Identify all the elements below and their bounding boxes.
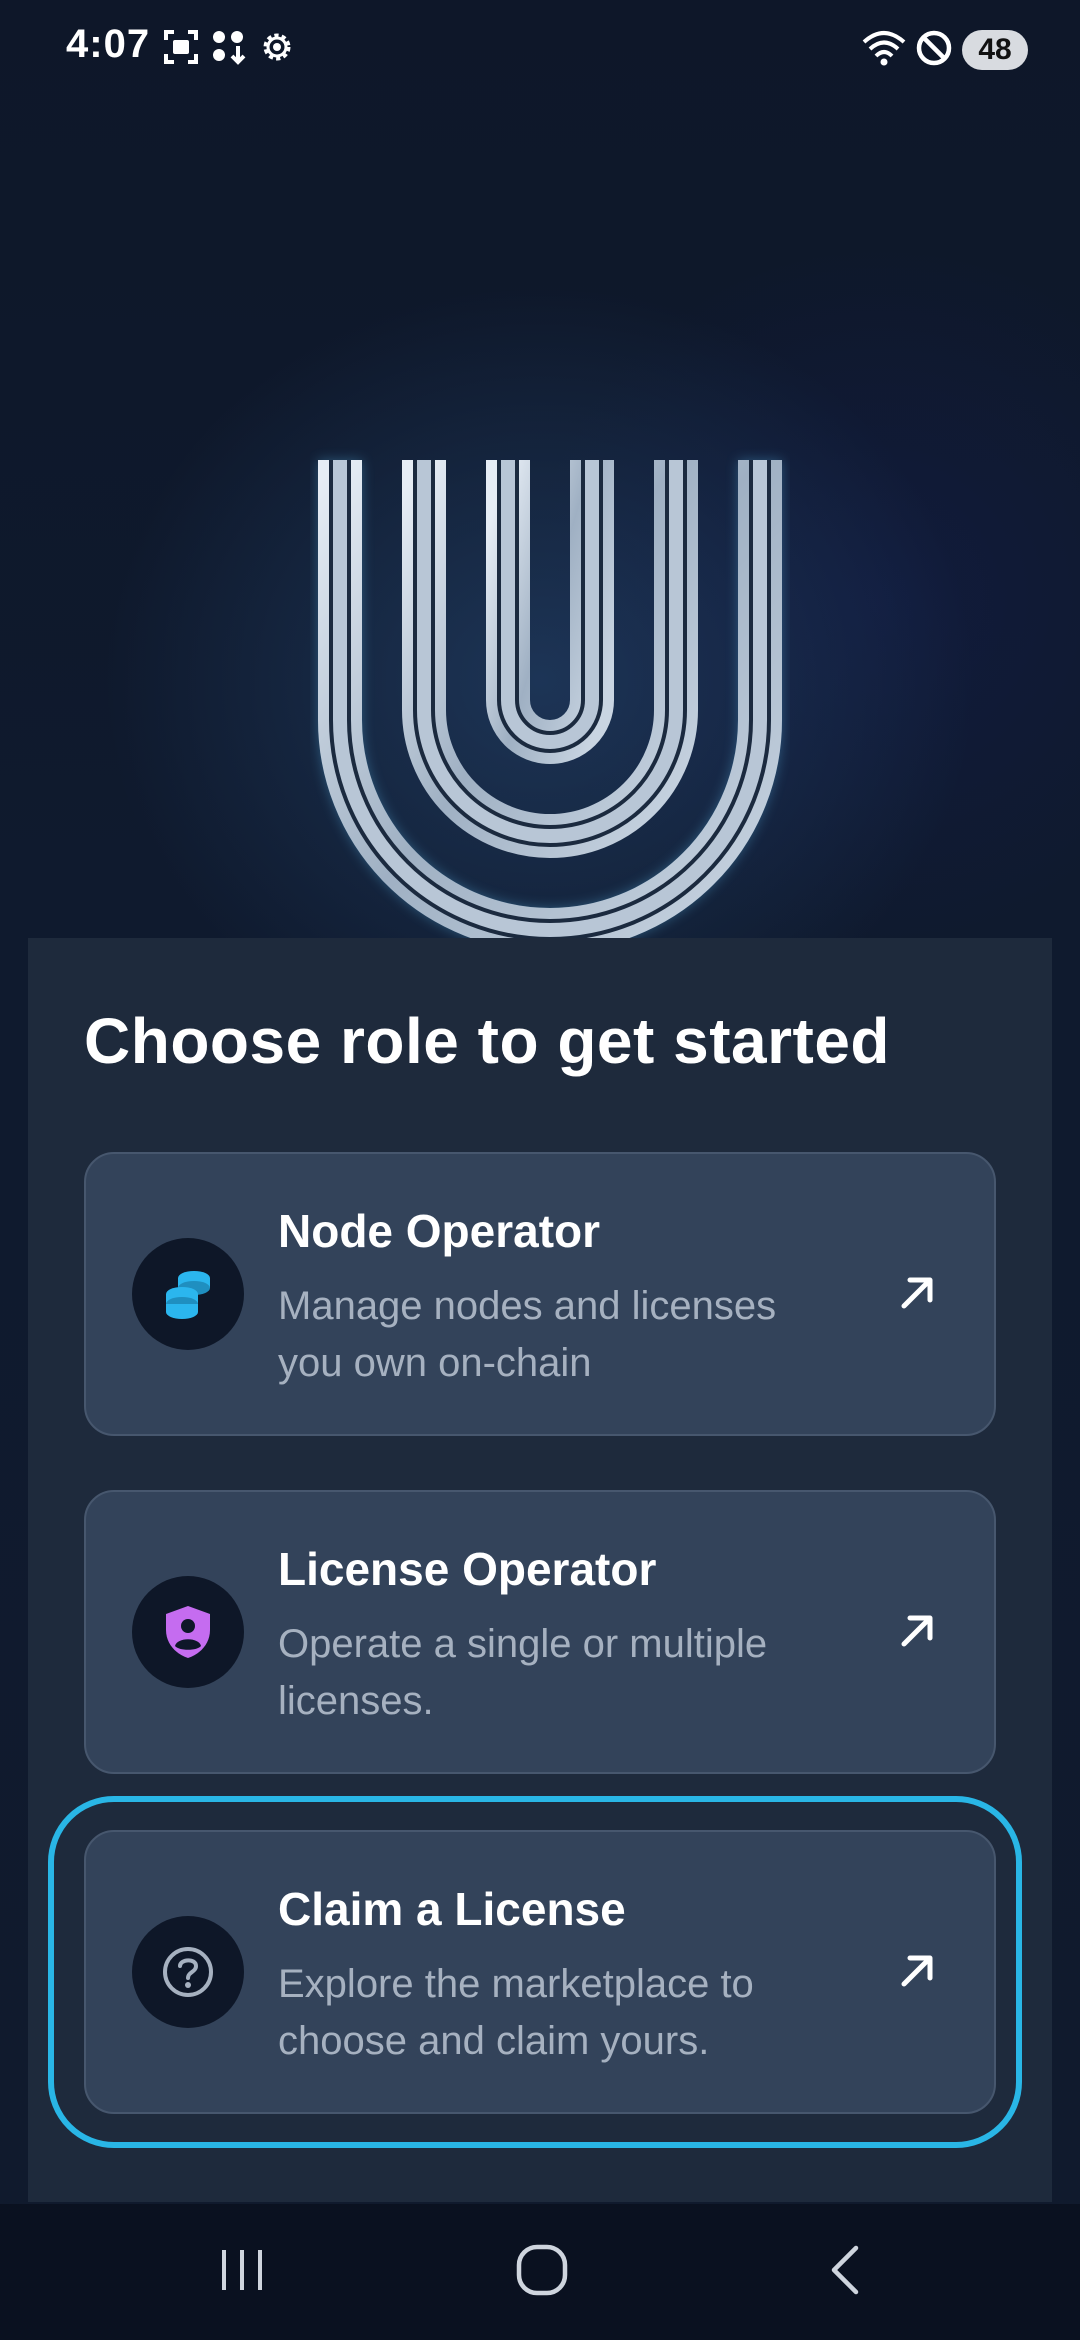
role-card-license-operator[interactable]: License Operator Operate a single or mul… <box>84 1490 996 1774</box>
status-bar: 4:07 48 <box>0 0 1080 100</box>
role-card-description: Operate a single or multiple licenses. <box>278 1622 768 1723</box>
role-card-node-operator[interactable]: Node Operator Manage nodes and licenses … <box>84 1152 996 1436</box>
settings-gear-icon <box>263 33 291 61</box>
shield-user-icon-wrapper <box>132 1576 244 1688</box>
role-card-title: License Operator <box>278 1543 657 1595</box>
page-title: Choose role to get started <box>84 1005 890 1077</box>
status-time: 4:07 <box>66 22 151 66</box>
selection-highlight <box>48 1796 1022 2148</box>
do-not-disturb-icon <box>916 30 952 66</box>
coins-stack-icon-wrapper <box>132 1238 244 1350</box>
screenshot-icon <box>164 30 198 64</box>
home-icon[interactable] <box>514 2242 570 2298</box>
download-icon <box>213 31 246 65</box>
battery-icon: 48 <box>962 30 1028 70</box>
system-nav-bar <box>0 2204 1080 2340</box>
role-card-description: Manage nodes and licenses you own on-cha… <box>278 1284 777 1385</box>
wifi-icon <box>862 31 906 66</box>
u-logo <box>318 460 782 940</box>
back-icon[interactable] <box>818 2242 874 2298</box>
role-card-title: Node Operator <box>278 1205 601 1257</box>
arrow-up-right-icon <box>901 1615 933 1647</box>
coins-stack-icon <box>166 1271 210 1319</box>
shield-user-icon <box>166 1606 210 1658</box>
recent-apps-icon[interactable] <box>214 2242 270 2298</box>
arrow-up-right-icon <box>901 1277 933 1309</box>
